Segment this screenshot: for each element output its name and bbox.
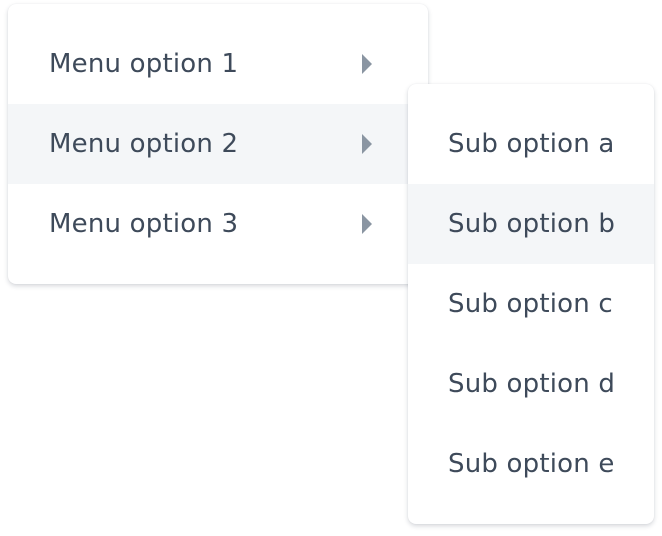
sub-menu-item-e[interactable]: Sub option e xyxy=(408,424,654,504)
menu-item-option-1[interactable]: Menu option 1 xyxy=(8,24,428,104)
main-menu: Menu option 1 Menu option 2 Menu option … xyxy=(8,4,428,284)
caret-right-icon xyxy=(362,134,372,154)
sub-menu: Sub option a Sub option b Sub option c S… xyxy=(408,84,654,524)
sub-menu-item-label: Sub option c xyxy=(448,289,613,319)
sub-menu-item-a[interactable]: Sub option a xyxy=(408,104,654,184)
menu-item-label: Menu option 1 xyxy=(49,49,239,79)
sub-menu-item-d[interactable]: Sub option d xyxy=(408,344,654,424)
sub-menu-item-label: Sub option e xyxy=(448,449,615,479)
menu-item-option-3[interactable]: Menu option 3 xyxy=(8,184,428,264)
caret-right-icon xyxy=(362,54,372,74)
menu-item-label: Menu option 3 xyxy=(49,209,239,239)
menu-stage: Menu option 1 Menu option 2 Menu option … xyxy=(0,0,662,536)
sub-menu-item-c[interactable]: Sub option c xyxy=(408,264,654,344)
sub-menu-item-label: Sub option a xyxy=(448,129,615,159)
caret-right-icon xyxy=(362,214,372,234)
sub-menu-item-b[interactable]: Sub option b xyxy=(408,184,654,264)
menu-item-option-2[interactable]: Menu option 2 xyxy=(8,104,428,184)
menu-item-label: Menu option 2 xyxy=(49,129,239,159)
sub-menu-item-label: Sub option d xyxy=(448,369,616,399)
sub-menu-item-label: Sub option b xyxy=(448,209,616,239)
